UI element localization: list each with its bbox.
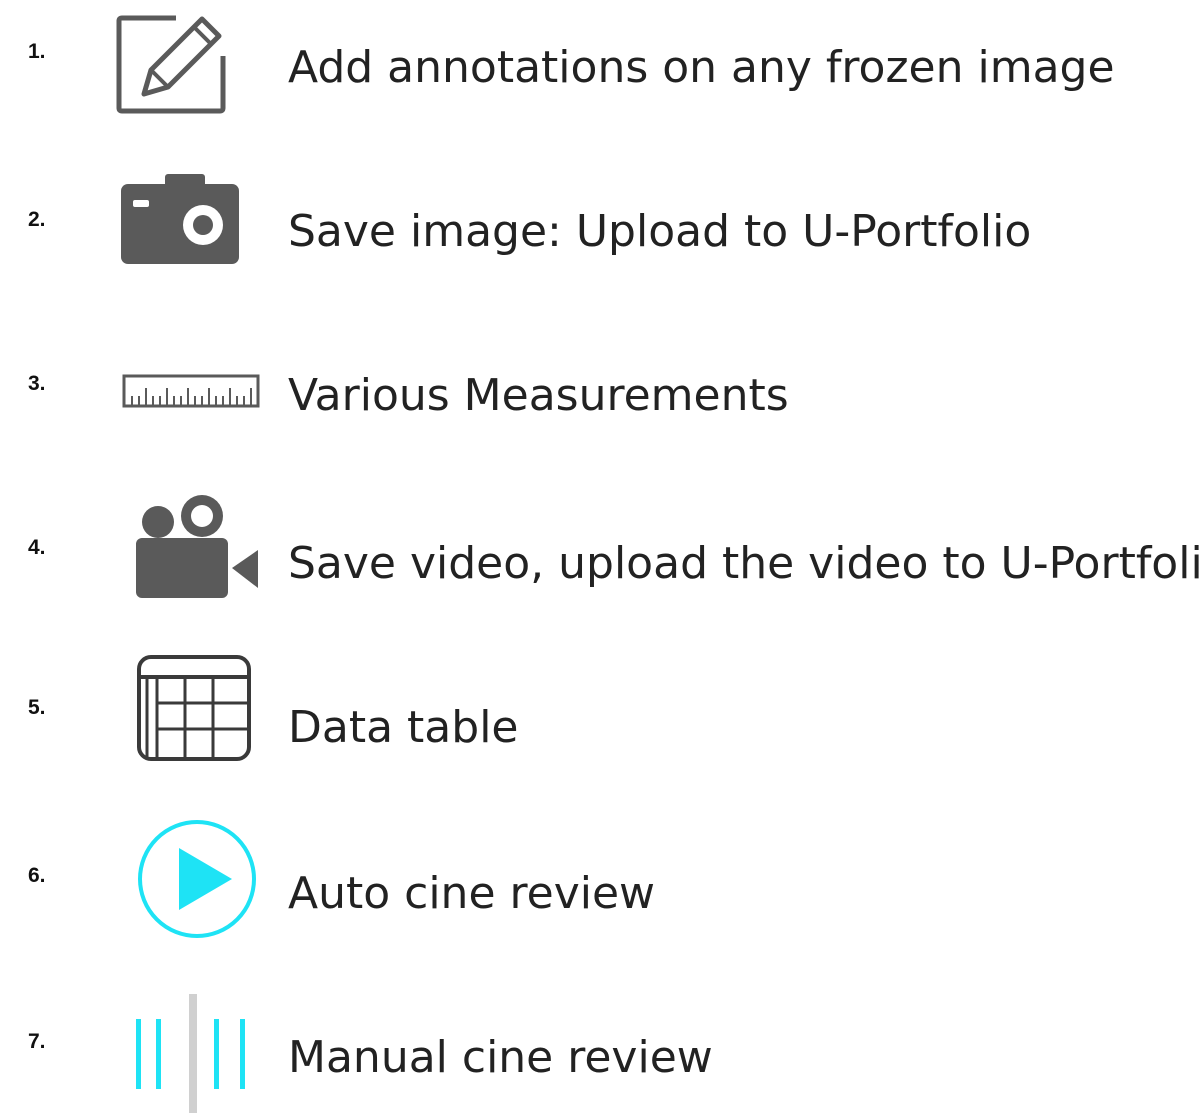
item-label: Save video, upload the video to U-Portfo… (288, 538, 1204, 589)
item-label: Add annotations on any frozen image (288, 42, 1115, 93)
item-number: 5. (28, 696, 46, 719)
item-label: Data table (288, 702, 519, 753)
item-number: 3. (28, 372, 46, 395)
item-number: 2. (28, 208, 46, 231)
item-number: 7. (28, 1030, 46, 1053)
data-table-icon[interactable] (137, 655, 251, 761)
item-number: 1. (28, 40, 46, 63)
video-camera-icon[interactable] (136, 492, 262, 600)
item-label: Auto cine review (288, 868, 656, 919)
item-label: Manual cine review (288, 1032, 713, 1083)
item-number: 6. (28, 864, 46, 887)
cine-scrubber-icon[interactable] (136, 994, 256, 1113)
camera-icon[interactable] (121, 174, 239, 264)
item-label: Various Measurements (288, 370, 789, 421)
item-number: 4. (28, 536, 46, 559)
ruler-icon[interactable] (122, 374, 260, 408)
play-circle-icon[interactable] (136, 818, 258, 940)
item-label: Save image: Upload to U-Portfolio (288, 206, 1032, 257)
pencil-edit-icon[interactable] (116, 12, 228, 114)
